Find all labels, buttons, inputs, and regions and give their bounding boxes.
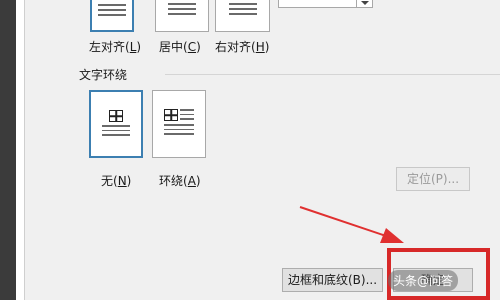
watermark: 头条@问答 (388, 270, 459, 291)
annotation-arrow (299, 206, 404, 243)
